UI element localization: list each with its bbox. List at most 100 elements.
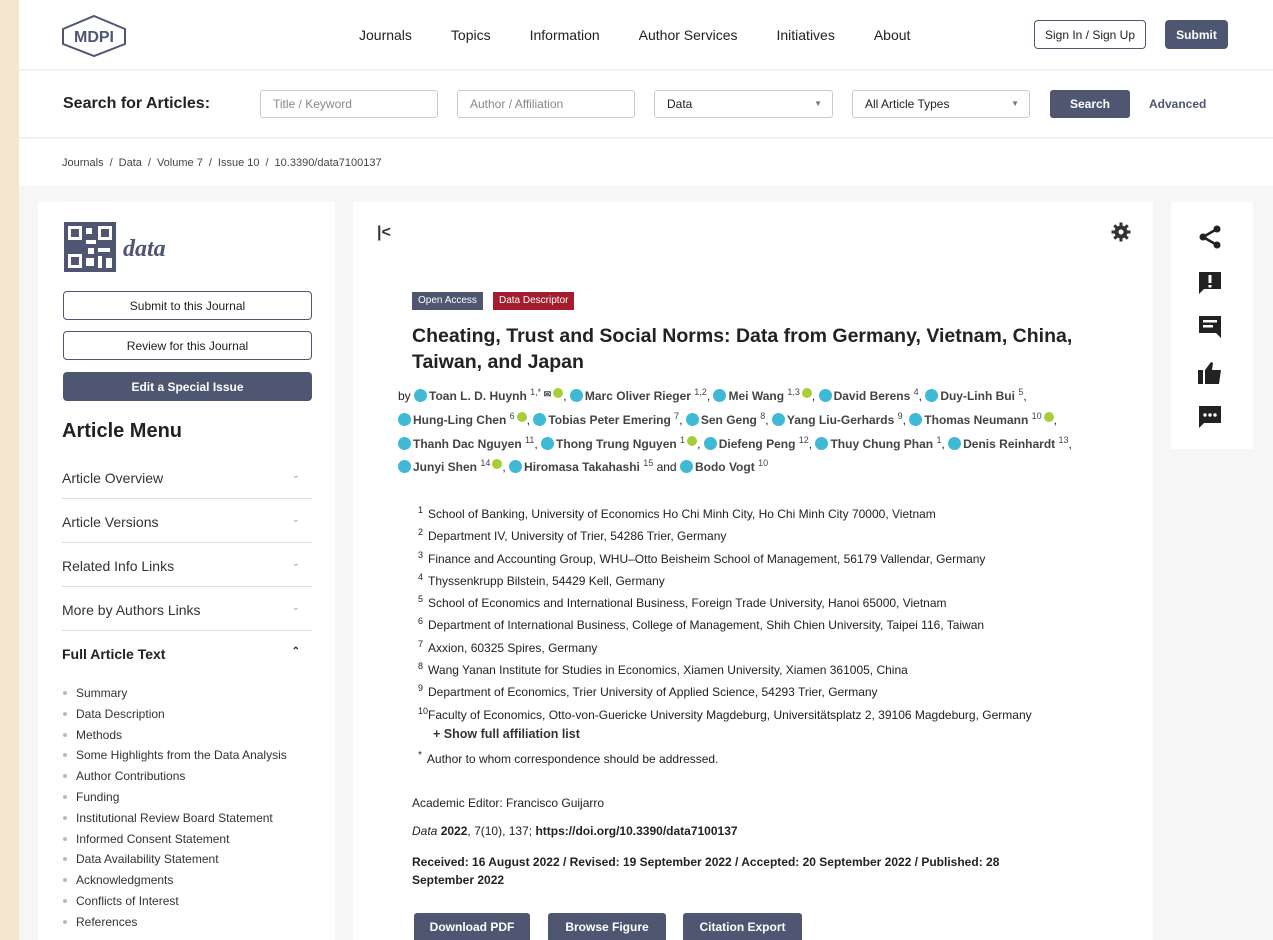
affiliation-text: Wang Yanan Institute for Studies in Econ… — [428, 663, 908, 678]
breadcrumb-journals[interactable]: Journals — [62, 157, 104, 169]
submit-button[interactable]: Submit — [1165, 20, 1228, 49]
affiliation-text: Thyssenkrupp Bilstein, 54429 Kell, Germa… — [428, 573, 665, 588]
journal-name[interactable]: data — [123, 236, 166, 263]
orcid-icon[interactable] — [1043, 411, 1054, 422]
affiliation-ref: 5 — [1018, 387, 1024, 397]
author-link[interactable]: Bodo Vogt 10 — [679, 458, 768, 474]
orcid-icon[interactable] — [492, 459, 503, 470]
toc-item[interactable]: Funding — [63, 787, 287, 808]
author-link[interactable]: Mei Wang 1,3 — [713, 387, 812, 403]
affiliation-text: School of Banking, University of Economi… — [428, 507, 936, 521]
nav-author-services[interactable]: Author Services — [639, 27, 738, 43]
advanced-search-link[interactable]: Advanced — [1149, 97, 1206, 111]
article-versions-section[interactable]: Article Versions ⌄ — [62, 499, 312, 543]
author-link[interactable]: Thong Trung Nguyen 1 — [541, 435, 698, 451]
journal-qr-logo-icon[interactable] — [64, 222, 116, 272]
author-link[interactable]: David Berens 4 — [818, 387, 919, 403]
author-link[interactable]: Toan L. D. Huynh 1,* ✉ — [414, 387, 564, 403]
edit-special-issue-button[interactable]: Edit a Special Issue — [63, 372, 312, 401]
author-link[interactable]: Marc Oliver Rieger 1,2 — [569, 387, 707, 403]
author-link[interactable]: Tobias Peter Emering 7 — [533, 411, 679, 427]
mdpi-logo[interactable]: MDPI — [61, 14, 127, 58]
author-link[interactable]: Thuy Chung Phan 1 — [815, 434, 942, 451]
article-type-select[interactable]: All Article Types ▼ — [852, 90, 1030, 118]
journal-select[interactable]: Data ▼ — [654, 90, 833, 118]
affiliation-item: 3 Finance and Accounting Group, WHU–Otto … — [418, 544, 1138, 566]
person-icon — [398, 412, 411, 426]
author-link[interactable]: Sen Geng 8 — [685, 411, 765, 427]
toc-item[interactable]: Some Highlights from the Data Analysis — [63, 745, 287, 766]
toc-item[interactable]: Methods — [63, 725, 287, 746]
left-edge-strip — [0, 0, 19, 940]
toc-item[interactable]: Data Description — [63, 704, 287, 725]
nav-information[interactable]: Information — [530, 27, 600, 43]
submit-to-journal-button[interactable]: Submit to this Journal — [63, 291, 312, 320]
nav-topics[interactable]: Topics — [451, 27, 491, 43]
report-feedback-icon[interactable] — [1197, 270, 1223, 296]
toc-item[interactable]: Summary — [63, 683, 287, 704]
orcid-icon[interactable] — [553, 388, 564, 398]
author-link[interactable]: Hiromasa Takahashi 15 — [509, 458, 653, 474]
affiliation-ref: 12 — [798, 434, 809, 445]
toc-item[interactable]: Informed Consent Statement — [63, 829, 287, 850]
toc-item[interactable]: Acknowledgments — [63, 870, 287, 891]
gear-icon[interactable] — [1111, 222, 1131, 242]
journal-select-value: Data — [667, 97, 693, 111]
author-link[interactable]: Yang Liu-Gerhards 9 — [771, 411, 903, 427]
show-full-affiliation-link[interactable]: + Show full affiliation list — [433, 727, 580, 741]
affiliation-number: 5 — [418, 594, 424, 605]
author-link[interactable]: Hung-Ling Chen 6 — [398, 411, 527, 427]
collapse-sidebar-icon[interactable]: |< — [377, 224, 391, 242]
author-link[interactable]: Duy-Linh Bui 5 — [925, 387, 1024, 403]
breadcrumb-data[interactable]: Data — [119, 157, 142, 169]
search-button[interactable]: Search — [1050, 90, 1130, 118]
affiliation-ref: 1 — [936, 434, 942, 445]
chevron-down-icon: ⌄ — [291, 558, 300, 569]
cite-year: 2022 — [440, 824, 468, 838]
toc-item[interactable]: Institutional Review Board Statement — [63, 808, 287, 829]
full-article-text-section[interactable]: Full Article Text ⌃ — [62, 631, 312, 675]
chat-icon[interactable] — [1197, 404, 1223, 430]
breadcrumb-volume[interactable]: Volume 7 — [157, 157, 203, 169]
citation-export-button[interactable]: Citation Export — [683, 913, 802, 940]
toc-item[interactable]: Conflicts of Interest — [63, 891, 287, 912]
breadcrumb: Journals / Data / Volume 7/Issue 10/10.3390/… — [62, 157, 382, 169]
person-icon — [948, 436, 962, 450]
title-keyword-input[interactable]: Title / Keyword — [260, 90, 438, 118]
download-pdf-button[interactable]: Download PDF — [414, 913, 530, 940]
affiliation-ref: 4 — [913, 387, 919, 397]
article-overview-section[interactable]: Article Overview ⌄ — [62, 455, 312, 499]
more-by-authors-section[interactable]: More by Authors Links ⌄ — [62, 587, 312, 631]
review-for-journal-button[interactable]: Review for this Journal — [63, 331, 312, 360]
author-link[interactable]: Diefeng Peng 12 — [703, 434, 809, 451]
comment-icon[interactable] — [1197, 314, 1223, 340]
sign-in-button[interactable]: Sign In / Sign Up — [1034, 20, 1146, 49]
author-link[interactable]: Thanh Dac Nguyen 11 — [398, 435, 534, 451]
doi-link[interactable]: https://doi.org/10.3390/data7100137 — [535, 824, 737, 838]
share-icon[interactable] — [1197, 224, 1223, 250]
nav-about[interactable]: About — [874, 27, 911, 43]
breadcrumb-issue[interactable]: Issue 10 — [218, 157, 260, 169]
email-icon[interactable]: ✉ — [541, 389, 552, 399]
person-icon — [713, 389, 727, 402]
person-icon — [533, 412, 547, 426]
toc-item[interactable]: Data Availability Statement — [63, 849, 287, 870]
orcid-icon[interactable] — [516, 411, 527, 422]
browse-figure-button[interactable]: Browse Figure — [548, 913, 666, 940]
related-info-links-section[interactable]: Related Info Links ⌄ — [62, 543, 312, 587]
author-link[interactable]: Thomas Neumann 10 — [909, 411, 1054, 427]
toc-item[interactable]: Author Contributions — [63, 766, 287, 787]
author-name: Thomas Neumann — [924, 412, 1029, 427]
endorse-thumbs-up-icon[interactable] — [1197, 360, 1223, 386]
article-main: |< Open Access Data Descriptor Cheating,… — [353, 202, 1153, 940]
toc-item[interactable]: References — [63, 912, 287, 933]
orcid-icon[interactable] — [687, 435, 698, 446]
author-link[interactable]: Denis Reinhardt 13 — [948, 435, 1069, 451]
corr-mark: * — [418, 750, 422, 761]
nav-journals[interactable]: Journals — [359, 27, 412, 43]
nav-initiatives[interactable]: Initiatives — [776, 27, 834, 43]
affiliation-text: Department of International Business, Co… — [428, 618, 985, 633]
author-link[interactable]: Junyi Shen 14 — [398, 458, 503, 474]
author-affiliation-input[interactable]: Author / Affiliation — [457, 90, 635, 118]
orcid-icon[interactable] — [801, 388, 812, 398]
